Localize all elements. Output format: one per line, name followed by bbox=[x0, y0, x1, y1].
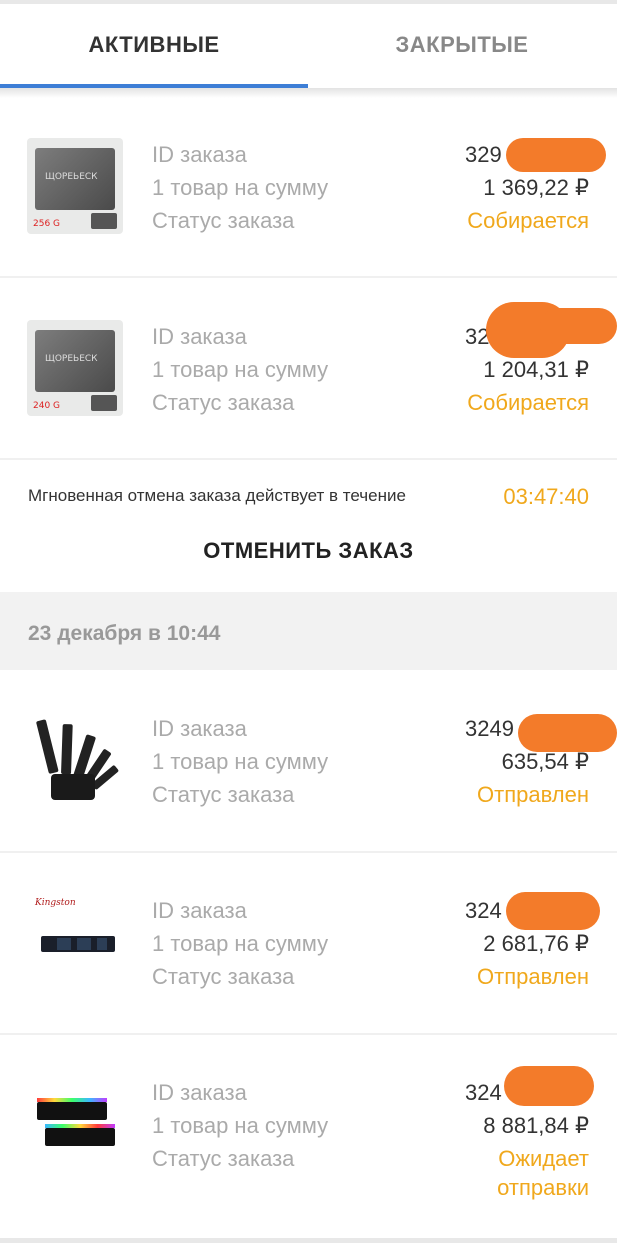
kingston-logo: Kingston bbox=[35, 898, 76, 908]
tab-closed[interactable]: ЗАКРЫТЫЕ bbox=[308, 4, 616, 86]
order-labels: ID заказа 1 товар на сумму Статус заказа bbox=[152, 320, 328, 419]
order-id-label: ID заказа bbox=[152, 716, 247, 741]
product-thumbnail bbox=[26, 1076, 124, 1172]
product-thumbnail: ЩОРЕЬЕСК 240 G bbox=[26, 320, 124, 416]
order-id-label: ID заказа bbox=[152, 324, 247, 349]
ssd-capacity-text: 256 G bbox=[33, 219, 61, 229]
order-card[interactable]: ЩОРЕЬЕСК 240 G ID заказа 1 товар на сумм… bbox=[0, 280, 617, 458]
date-group-header: 23 декабря в 10:44 bbox=[0, 592, 617, 670]
order-date: 23 декабря в 10:44 bbox=[28, 622, 221, 645]
order-card[interactable]: Kingston ID заказа 1 товар на сумму Стат… bbox=[0, 854, 617, 1032]
order-status-value: Собирается bbox=[467, 208, 589, 233]
ram-modules-icon bbox=[27, 1076, 123, 1172]
knife-set-icon bbox=[27, 712, 123, 808]
order-status-label: Статус заказа bbox=[152, 782, 295, 807]
ssd-icon: ЩОРЕЬЕСК 240 G bbox=[27, 320, 123, 416]
order-status-label: Статус заказа bbox=[152, 1146, 295, 1171]
product-thumbnail: ЩОРЕЬЕСК 256 G bbox=[26, 138, 124, 234]
order-card[interactable]: ID заказа 1 товар на сумму Статус заказа… bbox=[0, 672, 617, 850]
bottom-edge bbox=[0, 1238, 617, 1243]
order-status-label: Статус заказа bbox=[152, 964, 295, 989]
order-status-value-line2: отправки bbox=[497, 1175, 589, 1200]
order-sum-label: 1 товар на сумму bbox=[152, 175, 329, 200]
cancel-countdown: 03:47:40 bbox=[503, 484, 589, 509]
order-status-value: Отправлен bbox=[477, 782, 589, 807]
redaction-mark bbox=[518, 714, 617, 752]
order-status-label: Статус заказа bbox=[152, 390, 295, 415]
order-id-label: ID заказа bbox=[152, 1080, 247, 1105]
order-tabs: АКТИВНЫЕ ЗАКРЫТЫЕ bbox=[0, 4, 617, 88]
order-sum-label: 1 товар на сумму bbox=[152, 931, 329, 956]
cancel-order-button[interactable]: ОТМЕНИТЬ ЗАКАЗ bbox=[0, 538, 617, 564]
order-status-label: Статус заказа bbox=[152, 208, 295, 233]
order-id-label: ID заказа bbox=[152, 898, 247, 923]
ssd-icon: ЩОРЕЬЕСК 256 G bbox=[27, 138, 123, 234]
order-labels: ID заказа 1 товар на сумму Статус заказа bbox=[152, 894, 328, 993]
redaction-mark bbox=[506, 138, 606, 172]
order-sum-value: 8 881,84 ₽ bbox=[483, 1113, 589, 1138]
redaction-mark bbox=[506, 892, 600, 930]
product-thumbnail: Kingston bbox=[26, 894, 124, 990]
tab-active[interactable]: АКТИВНЫЕ bbox=[0, 4, 308, 86]
order-sum-label: 1 товар на сумму bbox=[152, 749, 329, 774]
redaction-mark bbox=[504, 1066, 594, 1106]
order-card[interactable]: ID заказа 1 товар на сумму Статус заказа… bbox=[0, 1036, 617, 1236]
order-id-label: ID заказа bbox=[152, 142, 247, 167]
m2-ssd-icon: Kingston bbox=[27, 894, 123, 990]
order-labels: ID заказа 1 товар на сумму Статус заказа bbox=[152, 1076, 328, 1175]
redaction-mark bbox=[540, 308, 617, 344]
order-sum-label: 1 товар на сумму bbox=[152, 1113, 329, 1138]
order-sum-value: 2 681,76 ₽ bbox=[483, 931, 589, 956]
product-thumbnail bbox=[26, 712, 124, 808]
instant-cancel-section: Мгновенная отмена заказа действует в теч… bbox=[0, 460, 617, 592]
divider bbox=[0, 276, 617, 278]
order-card[interactable]: ЩОРЕЬЕСК 256 G ID заказа 1 товар на сумм… bbox=[0, 98, 617, 276]
order-sum-value: 1 369,22 ₽ bbox=[483, 175, 589, 200]
order-sum-label: 1 товар на сумму bbox=[152, 357, 329, 382]
divider bbox=[0, 1033, 617, 1035]
ssd-brand-text: ЩОРЕЬЕСК bbox=[45, 354, 98, 364]
order-labels: ID заказа 1 товар на сумму Статус заказа bbox=[152, 138, 328, 237]
cancel-info-text: Мгновенная отмена заказа действует в теч… bbox=[28, 486, 406, 505]
order-labels: ID заказа 1 товар на сумму Статус заказа bbox=[152, 712, 328, 811]
tabs-shadow bbox=[0, 88, 617, 98]
order-status-value: Отправлен bbox=[477, 964, 589, 989]
order-status-value: Собирается bbox=[467, 390, 589, 415]
divider bbox=[0, 851, 617, 853]
ssd-brand-text: ЩОРЕЬЕСК bbox=[45, 172, 98, 182]
ssd-capacity-text: 240 G bbox=[33, 401, 61, 411]
